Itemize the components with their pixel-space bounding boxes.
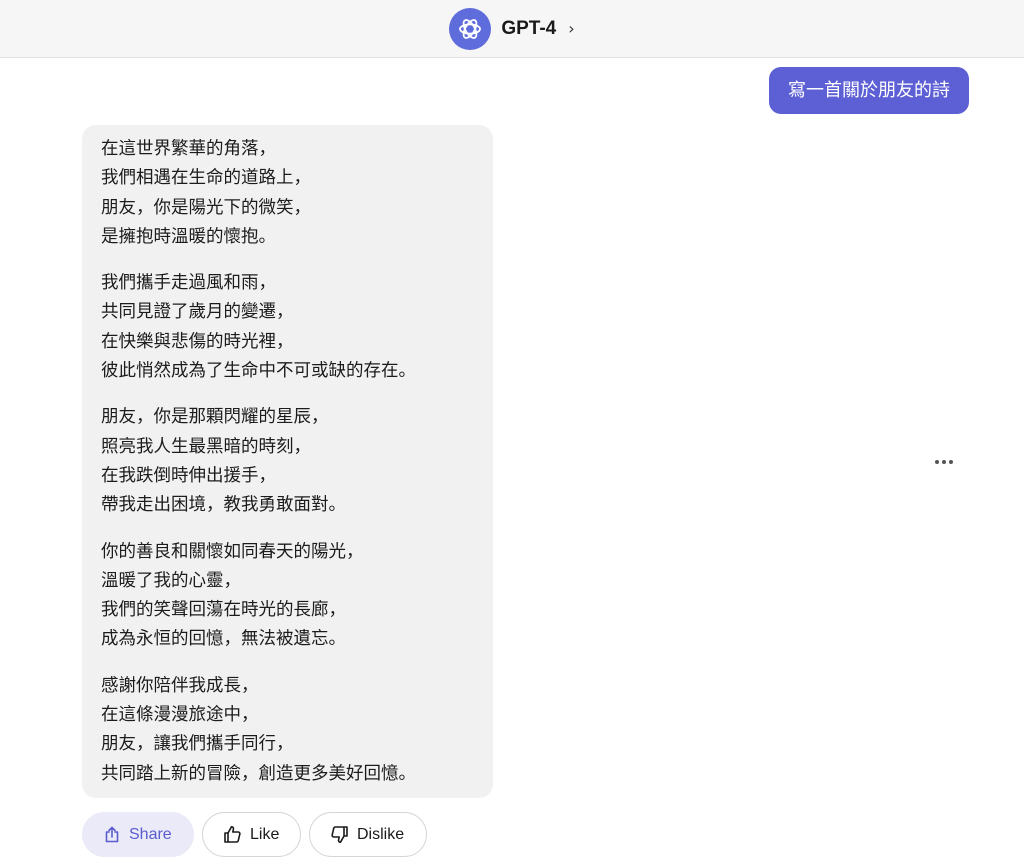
poem-line: 朋友，你是陽光下的微笑， [101, 197, 311, 218]
thumbs-down-icon [330, 825, 349, 844]
poem-line: 你的善良和關懷如同春天的陽光， [101, 541, 364, 562]
poem-line: 我們的笑聲回蕩在時光的長廊， [101, 600, 346, 621]
poem-line: 朋友，讓我們攜手同行， [101, 734, 294, 755]
message-actions: Share Like Dislike [82, 812, 427, 857]
poem-line: 是擁抱時溫暖的懷抱。 [101, 226, 276, 247]
poem-line: 照亮我人生最黑暗的時刻， [101, 436, 311, 457]
poem-line: 共同踏上新的冒險，創造更多美好回憶。 [101, 763, 416, 784]
share-icon [103, 826, 121, 844]
bot-name: GPT-4 [501, 17, 557, 39]
poem-line: 朋友，你是那顆閃耀的星辰， [101, 407, 329, 428]
bot-message: 在這世界繁華的角落， 我們相遇在生命的道路上， 朋友，你是陽光下的微笑， 是擁抱… [82, 125, 493, 798]
like-button[interactable]: Like [202, 812, 301, 857]
poem-line: 彼此悄然成為了生命中不可或缺的存在。 [101, 361, 416, 382]
poem-line: 共同見證了歲月的變遷， [101, 302, 294, 323]
more-dots-icon [949, 460, 953, 464]
more-options-button[interactable] [930, 452, 958, 472]
openai-logo-icon [449, 7, 492, 50]
poem-line: 我們相遇在生命的道路上， [101, 168, 311, 189]
poem-line: 帶我走出困境，教我勇敢面對。 [101, 495, 346, 516]
like-label: Like [250, 825, 280, 843]
user-message: 寫一首關於朋友的詩 [769, 67, 969, 114]
share-button[interactable]: Share [82, 812, 194, 857]
poem-line: 在這世界繁華的角落， [101, 139, 276, 159]
poem-line: 在我跌倒時伸出援手， [101, 465, 276, 486]
poem-line: 在這條漫漫旅途中， [101, 705, 259, 726]
poem-stanza: 在這世界繁華的角落， 我們相遇在生命的道路上， 朋友，你是陽光下的微笑， 是擁抱… [101, 135, 475, 252]
dislike-label: Dislike [357, 825, 405, 843]
poem-line: 我們攜手走過風和雨， [101, 273, 276, 294]
poem-line: 在快樂與悲傷的時光裡， [101, 331, 294, 352]
poem-line: 成為永恒的回憶，無法被遺忘。 [101, 629, 346, 650]
chat-header: GPT-4 › [0, 0, 1024, 58]
more-dots-icon [935, 460, 939, 464]
chevron-right-icon: › [568, 19, 575, 38]
thumbs-up-icon [223, 825, 242, 844]
poem-stanza: 你的善良和關懷如同春天的陽光， 溫暖了我的心靈， 我們的笑聲回蕩在時光的長廊， … [101, 538, 475, 655]
dislike-button[interactable]: Dislike [309, 812, 427, 857]
share-label: Share [129, 825, 172, 843]
poem-stanza: 感謝你陪伴我成長， 在這條漫漫旅途中， 朋友，讓我們攜手同行， 共同踏上新的冒險… [101, 672, 475, 789]
bot-title-button[interactable]: GPT-4 › [449, 7, 575, 50]
more-dots-icon [942, 460, 946, 464]
poem-line: 感謝你陪伴我成長， [101, 675, 259, 696]
poem-stanza: 我們攜手走過風和雨， 共同見證了歲月的變遷， 在快樂與悲傷的時光裡， 彼此悄然成… [101, 269, 475, 386]
poem-stanza: 朋友，你是那顆閃耀的星辰， 照亮我人生最黑暗的時刻， 在我跌倒時伸出援手， 帶我… [101, 403, 475, 520]
poem-line: 溫暖了我的心靈， [101, 570, 241, 591]
